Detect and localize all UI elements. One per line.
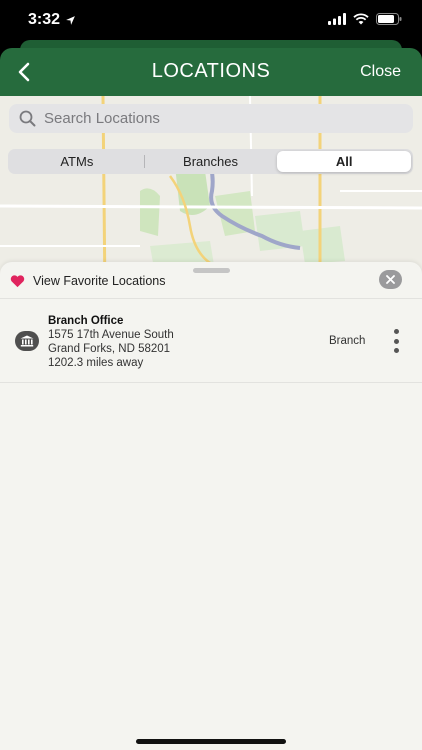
more-dot (393, 348, 399, 353)
location-arrow-icon (66, 15, 75, 25)
status-time-text: 3:32 (28, 11, 61, 28)
location-address-line1: 1575 17th Avenue South (48, 329, 174, 341)
location-name: Branch Office (48, 315, 124, 327)
search-bar[interactable] (9, 104, 413, 133)
search-input[interactable] (44, 110, 404, 127)
heart-icon (10, 275, 25, 288)
tab-all[interactable]: All (277, 151, 412, 172)
close-button[interactable]: Close (360, 63, 401, 81)
location-type: Branch (329, 335, 366, 347)
tab-branches[interactable]: Branches (143, 151, 278, 172)
dismiss-button[interactable] (379, 270, 402, 289)
close-icon (386, 275, 395, 284)
more-options-icon[interactable] (390, 329, 402, 353)
battery-icon (376, 13, 402, 25)
status-icons (328, 13, 402, 25)
location-address-line2: Grand Forks, ND 58201 (48, 343, 171, 355)
wifi-icon (353, 13, 369, 25)
cellular-signal-icon (328, 13, 346, 25)
home-indicator (136, 739, 286, 744)
favorites-row[interactable]: View Favorite Locations (0, 262, 422, 299)
search-icon (18, 110, 36, 128)
navigation-header: LOCATIONS Close (0, 48, 422, 96)
status-bar: 3:32 (0, 0, 422, 44)
tab-atms[interactable]: ATMs (10, 151, 144, 172)
status-time: 3:32 (28, 11, 76, 29)
bank-icon (15, 331, 39, 351)
location-distance: 1202.3 miles away (48, 357, 144, 369)
location-type-filter: ATMs Branches All (8, 149, 413, 174)
page-title: LOCATIONS (151, 60, 271, 82)
favorites-label: View Favorite Locations (33, 274, 166, 288)
locations-sheet: View Favorite Locations Branch Office 15… (0, 262, 422, 750)
location-list-item[interactable]: Branch Office 1575 17th Avenue South Gra… (0, 299, 422, 383)
more-dot (393, 329, 399, 334)
more-dot (393, 338, 399, 344)
